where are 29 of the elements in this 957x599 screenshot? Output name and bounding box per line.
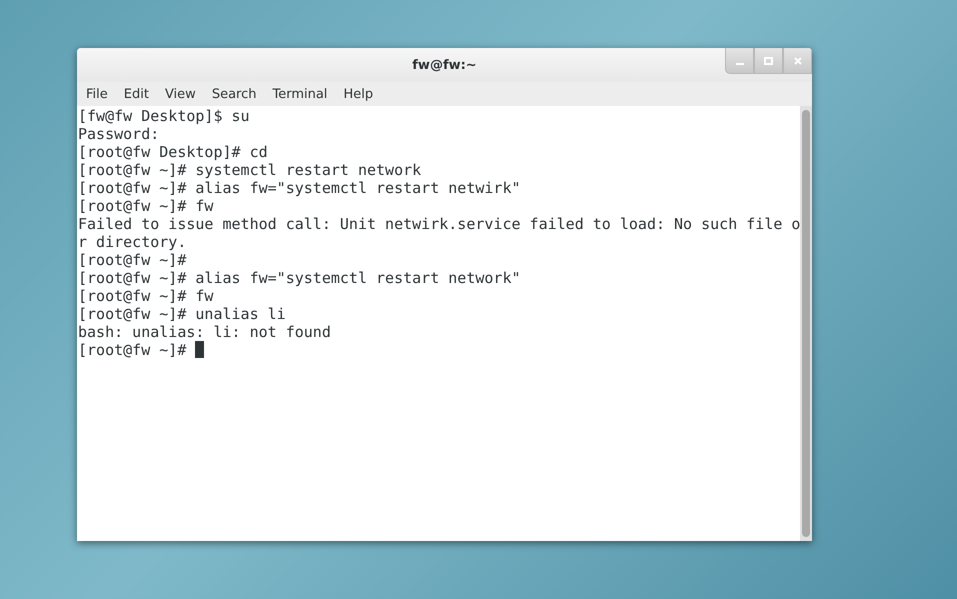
scrollbar[interactable] [800,106,812,541]
terminal-line: [root@fw ~]# alias fw="systemctl restart network" [78,269,521,287]
terminal-line: [root@fw ~]# fw [78,287,214,305]
menu-item[interactable]: Terminal [264,86,336,102]
terminal-line: [root@fw ~]# [78,251,186,269]
scrollbar-thumb[interactable] [802,110,810,537]
terminal-line: Password: [78,125,160,143]
maximize-button[interactable] [754,48,783,74]
minimize-button[interactable] [725,48,754,74]
maximize-icon [764,56,773,64]
menu-item[interactable]: Search [204,86,264,102]
menu-item[interactable]: Edit [116,86,157,102]
terminal-line: r directory. [78,233,186,251]
minimize-icon [736,62,744,64]
terminal-line: [root@fw ~]# [78,341,188,359]
close-icon [794,56,802,64]
menu-item[interactable]: Help [335,86,382,102]
terminal-line: [fw@fw Desktop]$ su [78,107,250,125]
terminal-line: [root@fw ~]# unalias li [78,305,286,323]
terminal-line: [root@fw Desktop]# cd [78,143,268,161]
terminal-line: [root@fw ~]# systemctl restart network [78,161,422,179]
close-button[interactable] [783,48,812,74]
terminal-line: bash: unalias: li: not found [78,323,331,341]
menu-item[interactable]: File [78,86,116,102]
menu-item[interactable]: View [156,86,204,102]
window-title: fw@fw:~ [412,58,477,72]
terminal-line: Failed to issue method call: Unit netwirk.service failed to load: No such file o [78,215,800,233]
terminal-line: [root@fw ~]# fw [78,197,214,215]
terminal-line: [root@fw ~]# alias fw="systemctl restart netwirk" [78,179,521,197]
